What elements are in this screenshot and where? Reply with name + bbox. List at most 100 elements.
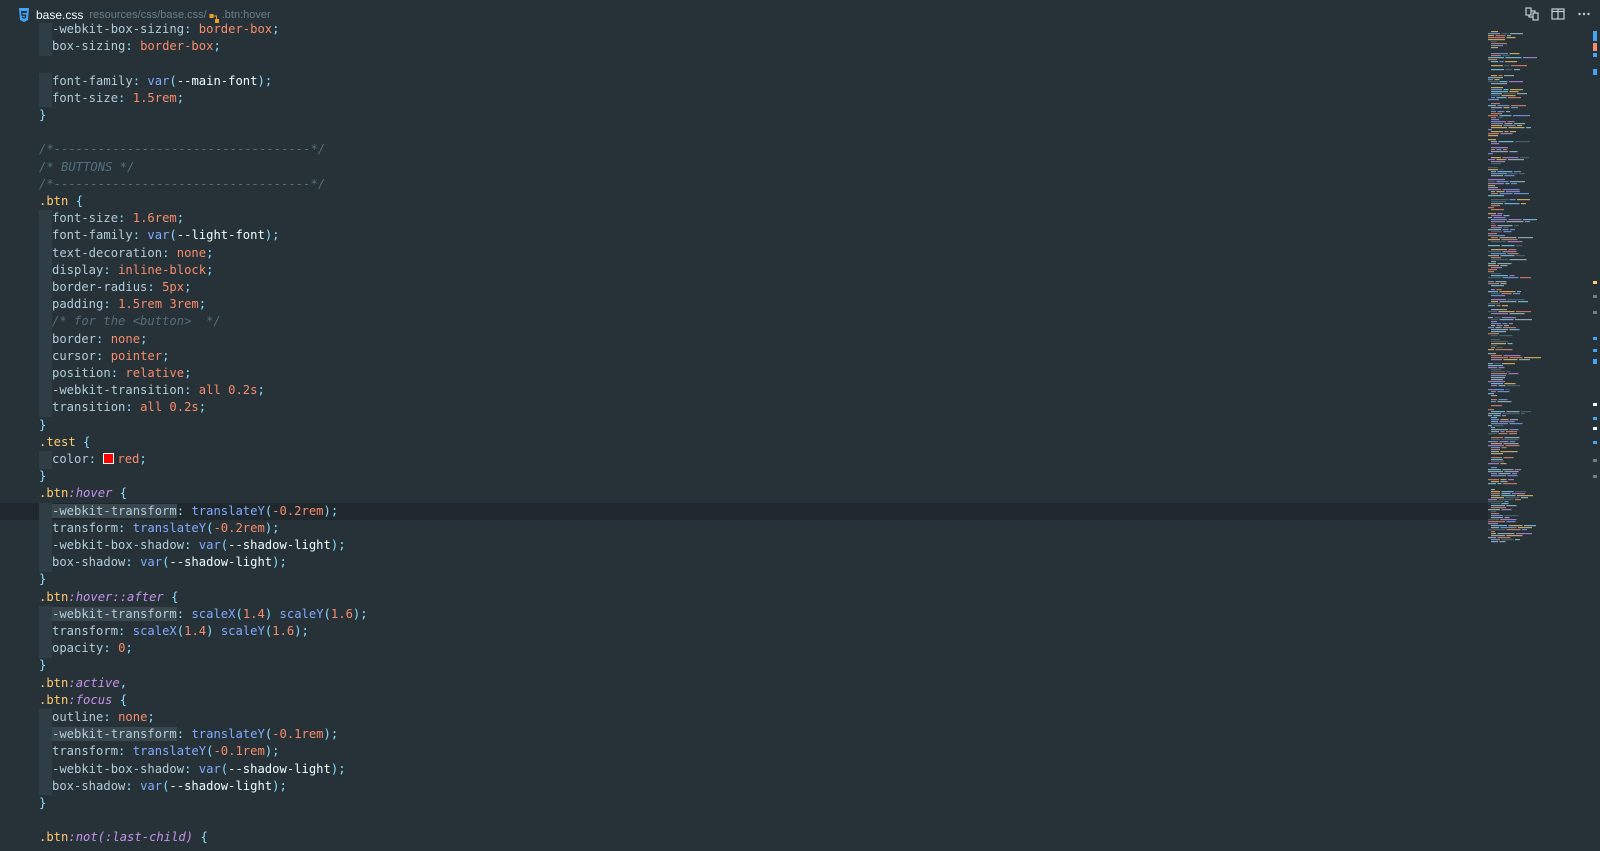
code-token: .btn <box>39 830 69 845</box>
code-line[interactable]: /*-----------------------------------*/ <box>0 176 1488 194</box>
minimap-bar <box>1488 479 1499 481</box>
code-line[interactable]: display: inline-block; <box>0 261 1488 280</box>
minimap-bar <box>1488 79 1493 81</box>
minimap-bar <box>1501 503 1509 505</box>
code-line[interactable]: .btn:active, <box>0 675 1488 693</box>
code-token: : <box>96 348 111 363</box>
minimap-bar <box>1488 519 1499 521</box>
code-editor[interactable]: -webkit-box-sizing: border-box; box-sizin… <box>0 23 1488 851</box>
code-line[interactable]: border-radius: 5px; <box>0 279 1488 297</box>
code-line[interactable]: font-size: 1.5rem; <box>0 89 1488 108</box>
code-line[interactable] <box>0 55 1488 73</box>
split-editor-icon[interactable] <box>1550 6 1566 22</box>
breadcrumb-symbol[interactable]: .btn:hover <box>222 9 271 21</box>
code-line[interactable] <box>0 812 1488 830</box>
code-line[interactable]: -webkit-transform: translateY(-0.2rem); <box>0 502 1488 521</box>
code-token: display <box>52 262 104 277</box>
minimap-bar <box>1495 281 1507 283</box>
code-line[interactable]: -webkit-box-sizing: border-box; <box>0 23 1488 39</box>
minimap-bar <box>1491 127 1507 129</box>
minimap-bar <box>1488 185 1495 187</box>
code-line[interactable]: -webkit-box-shadow: var(--shadow-light); <box>0 760 1488 779</box>
code-token: scaleY <box>279 606 324 621</box>
minimap-bar <box>1502 323 1508 325</box>
code-token: : <box>125 555 141 570</box>
minimap-bar <box>1491 451 1499 453</box>
minimap-bar <box>1491 97 1495 99</box>
overview-ruler[interactable] <box>1588 23 1600 851</box>
code-line[interactable]: /*-----------------------------------*/ <box>0 141 1488 159</box>
minimap-bar <box>1495 35 1506 37</box>
git-compare-icon[interactable] <box>1524 6 1540 22</box>
code-line[interactable]: text-decoration: none; <box>0 244 1488 263</box>
breadcrumb-path[interactable]: resources/css/base.css/ <box>89 9 206 21</box>
minimap-bar <box>1503 149 1507 151</box>
code-line[interactable]: -webkit-box-shadow: var(--shadow-light); <box>0 537 1488 555</box>
code-line[interactable]: outline: none; <box>0 709 1488 727</box>
indent-guide <box>39 382 52 400</box>
minimap-bar <box>1491 453 1503 455</box>
color-swatch[interactable] <box>103 453 115 464</box>
code-line[interactable]: box-shadow: var(--shadow-light); <box>0 554 1488 572</box>
code-line[interactable]: border: none; <box>0 330 1488 349</box>
code-line[interactable]: transition: all 0.2s; <box>0 399 1488 417</box>
minimap[interactable] <box>1488 23 1588 851</box>
code-text: -webkit-transform: translateY(-0.2rem); <box>52 503 338 521</box>
code-line[interactable]: } <box>0 571 1488 589</box>
code-line[interactable]: font-family: var(--light-font); <box>0 227 1488 245</box>
minimap-bar <box>1516 255 1525 257</box>
minimap-bar <box>1510 229 1515 231</box>
minimap-bar <box>1505 445 1520 447</box>
code-line[interactable]: box-sizing: border-box; <box>0 38 1488 56</box>
code-line[interactable]: /* BUTTONS */ <box>0 159 1488 177</box>
code-line[interactable]: color: red; <box>0 451 1488 469</box>
indent-guide <box>39 640 52 658</box>
minimap-bar <box>1491 203 1503 205</box>
indent-guide <box>39 296 52 314</box>
code-line[interactable]: opacity: 0; <box>0 640 1488 658</box>
code-token: 1.5rem 3rem <box>118 297 199 312</box>
code-line[interactable]: -webkit-transform: translateY(-0.1rem); <box>0 726 1488 744</box>
code-token: :focus <box>68 692 113 707</box>
code-line[interactable]: } <box>0 468 1488 486</box>
code-line[interactable]: } <box>0 107 1488 125</box>
code-line[interactable]: cursor: pointer; <box>0 347 1488 366</box>
code-token: ); <box>330 538 346 552</box>
code-line[interactable]: } <box>0 417 1488 435</box>
minimap-bar <box>1491 117 1496 119</box>
code-token: : <box>118 211 133 226</box>
tab-filename[interactable]: base.css <box>36 8 83 22</box>
code-line[interactable]: padding: 1.5rem 3rem; <box>0 296 1488 314</box>
code-line[interactable]: transform: translateY(-0.2rem); <box>0 519 1488 538</box>
code-line[interactable]: .test { <box>0 434 1488 452</box>
code-line[interactable]: transform: scaleX(1.4) scaleY(1.6); <box>0 623 1488 641</box>
code-line[interactable]: font-family: var(--main-font); <box>0 72 1488 91</box>
minimap-bar <box>1491 503 1500 505</box>
code-line[interactable]: .btn:focus { <box>0 692 1488 710</box>
minimap-bar <box>1498 367 1505 369</box>
code-token: position <box>52 366 111 380</box>
code-line[interactable]: .btn:hover::after { <box>0 589 1488 607</box>
minimap-bar <box>1517 125 1522 127</box>
code-token: scaleX <box>132 624 177 638</box>
code-line[interactable]: transform: translateY(-0.1rem); <box>0 743 1488 761</box>
code-line[interactable] <box>0 124 1488 142</box>
code-line[interactable]: /* for the <button> */ <box>0 313 1488 331</box>
code-line[interactable]: position: relative; <box>0 365 1488 383</box>
minimap-bar <box>1502 415 1506 417</box>
minimap-bar <box>1491 347 1495 349</box>
minimap-bar <box>1491 219 1507 221</box>
code-line[interactable]: -webkit-transform: scaleX(1.4) scaleY(1.… <box>0 605 1488 624</box>
code-line[interactable]: font-size: 1.6rem; <box>0 210 1488 228</box>
code-line[interactable]: -webkit-transition: all 0.2s; <box>0 382 1488 400</box>
code-line[interactable]: } <box>0 657 1488 675</box>
code-line[interactable]: .btn:hover { <box>0 485 1488 503</box>
code-line[interactable]: .btn { <box>0 193 1488 211</box>
code-line[interactable]: box-shadow: var(--shadow-light); <box>0 777 1488 796</box>
minimap-bar <box>1493 217 1506 219</box>
minimap-bar <box>1488 269 1497 271</box>
code-line[interactable]: .btn:not(:last-child) { <box>0 829 1488 847</box>
minimap-bar <box>1498 141 1514 143</box>
more-actions-icon[interactable] <box>1576 6 1592 22</box>
code-line[interactable]: } <box>0 795 1488 813</box>
